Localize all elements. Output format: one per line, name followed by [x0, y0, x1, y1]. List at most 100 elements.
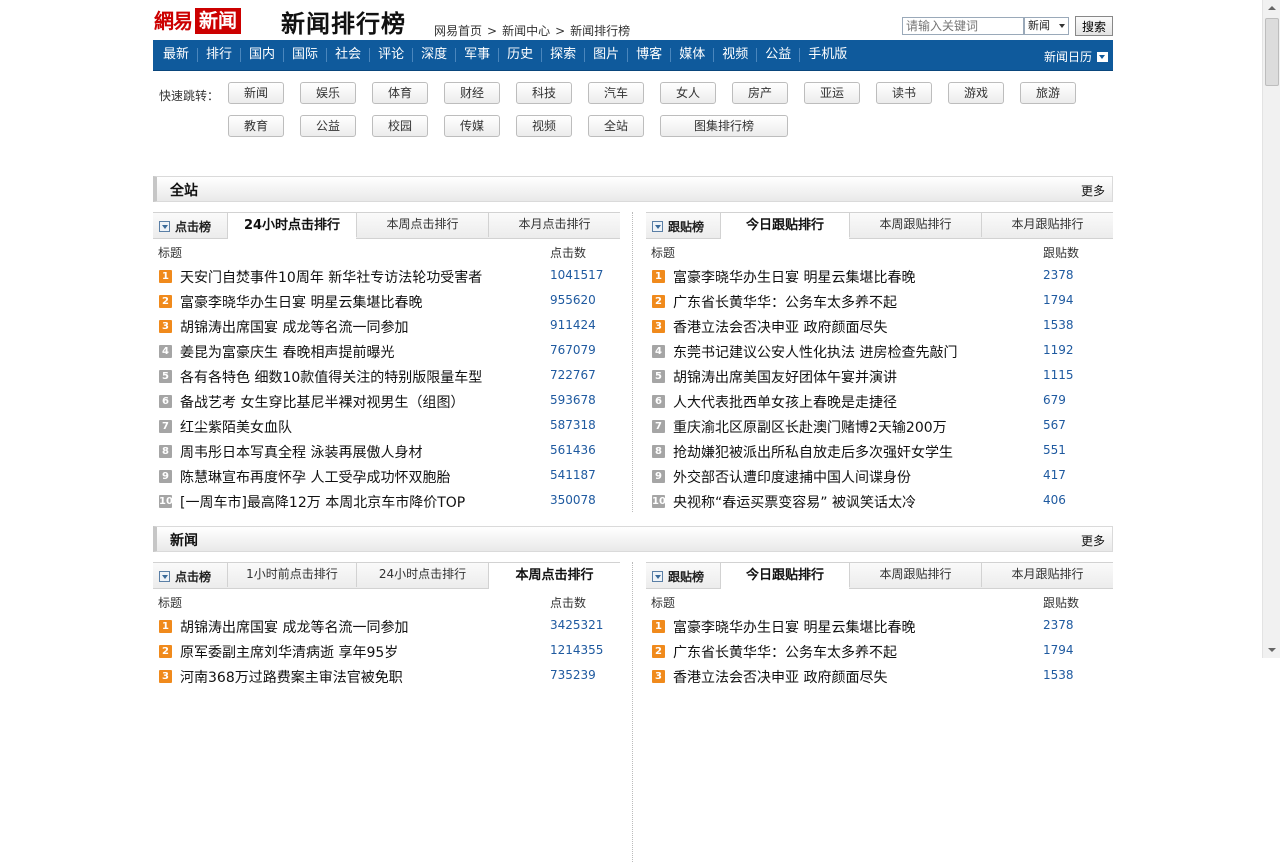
nav-item-charity[interactable]: 公益 — [756, 48, 799, 62]
article-link[interactable]: 河南368万过路费案主审法官被免职 — [180, 667, 403, 687]
table-header: 标题 点击数 — [153, 589, 620, 614]
nav-item-domestic[interactable]: 国内 — [240, 48, 283, 62]
article-link[interactable]: 胡锦涛出席美国友好团体午宴并演讲 — [673, 367, 897, 387]
article-link[interactable]: 红尘紫陌美女血队 — [180, 417, 292, 437]
nav-item-video[interactable]: 视频 — [713, 48, 756, 62]
news-calendar-toggle[interactable]: 新闻日历 — [1044, 48, 1108, 65]
article-link[interactable]: [一周车市]最高降12万 本周北京车市降价TOP — [180, 492, 465, 512]
tab-month-comments[interactable]: 本月跟贴排行 — [981, 562, 1113, 587]
search-scope-select[interactable]: 新闻 — [1024, 17, 1069, 35]
rank-badge: 1 — [652, 270, 665, 283]
quick-jump-button[interactable]: 读书 — [876, 82, 932, 104]
article-link[interactable]: 原军委副主席刘华清病逝 享年95岁 — [180, 642, 398, 662]
search-button[interactable]: 搜索 — [1075, 16, 1113, 36]
tab-24h-clicks[interactable]: 24小时点击排行 — [227, 212, 356, 239]
nav-item-rank[interactable]: 排行 — [197, 48, 240, 62]
quick-jump-button[interactable]: 体育 — [372, 82, 428, 104]
article-link[interactable]: 富豪李晓华办生日宴 明星云集堪比春晚 — [180, 292, 422, 312]
table-row: 1 富豪李晓华办生日宴 明星云集堪比春晚 2378 — [646, 614, 1113, 639]
vertical-scrollbar[interactable] — [1262, 0, 1280, 658]
article-link[interactable]: 人大代表批西单女孩上春晚是走捷径 — [673, 392, 897, 412]
nav-item-explore[interactable]: 探索 — [541, 48, 584, 62]
nav-item-international[interactable]: 国际 — [283, 48, 326, 62]
tab-week-clicks[interactable]: 本周点击排行 — [356, 212, 488, 237]
nav-item-media[interactable]: 媒体 — [670, 48, 713, 62]
quick-jump-button[interactable]: 科技 — [516, 82, 572, 104]
quick-jump-button[interactable]: 财经 — [444, 82, 500, 104]
scroll-up-arrow-icon[interactable] — [1263, 0, 1280, 17]
search-input[interactable] — [902, 17, 1024, 35]
nav-item-society[interactable]: 社会 — [326, 48, 369, 62]
article-link[interactable]: 胡锦涛出席国宴 成龙等名流一同参加 — [180, 617, 408, 637]
tab-month-clicks[interactable]: 本月点击排行 — [488, 212, 620, 237]
quick-jump-button[interactable]: 传媒 — [444, 115, 500, 137]
quick-jump-button[interactable]: 新闻 — [228, 82, 284, 104]
nav-item-depth[interactable]: 深度 — [412, 48, 455, 62]
article-link[interactable]: 央视称“春运买票变容易” 被讽笑话太冷 — [673, 492, 916, 512]
scrollbar-thumb[interactable] — [1265, 18, 1279, 86]
quick-jump-button[interactable]: 女人 — [660, 82, 716, 104]
quick-jump: 快速跳转： 新闻 娱乐 体育 财经 科技 汽车 女人 房产 亚运 读书 游戏 旅… — [153, 71, 1113, 176]
tab-1h-clicks[interactable]: 1小时前点击排行 — [227, 562, 356, 587]
quick-jump-button[interactable]: 校园 — [372, 115, 428, 137]
tab-week-comments[interactable]: 本周跟贴排行 — [849, 562, 981, 587]
quick-jump-button[interactable]: 公益 — [300, 115, 356, 137]
article-link[interactable]: 姜昆为富豪庆生 春晚相声提前曝光 — [180, 342, 394, 362]
article-link[interactable]: 香港立法会否决申亚 政府颜面尽失 — [673, 317, 887, 337]
quick-jump-button[interactable]: 娱乐 — [300, 82, 356, 104]
quick-jump-button[interactable]: 旅游 — [1020, 82, 1076, 104]
tab-month-comments[interactable]: 本月跟贴排行 — [981, 212, 1113, 237]
article-link[interactable]: 周韦彤日本写真全程 泳装再展傲人身材 — [180, 442, 422, 462]
click-count: 955620 — [550, 293, 596, 307]
tab-week-comments[interactable]: 本周跟贴排行 — [849, 212, 981, 237]
nav-item-review[interactable]: 评论 — [369, 48, 412, 62]
breadcrumb-news-center[interactable]: 新闻中心 — [502, 24, 550, 38]
article-link[interactable]: 广东省长黄华华：公务车太多养不起 — [673, 292, 897, 312]
nav-item-mobile[interactable]: 手机版 — [799, 48, 855, 62]
nav-item-military[interactable]: 军事 — [455, 48, 498, 62]
scroll-down-arrow-icon[interactable] — [1263, 641, 1280, 658]
more-link[interactable]: 更多 — [1081, 532, 1105, 549]
netease-news-logo[interactable]: 網易 新闻 — [154, 8, 242, 34]
tab-24h-clicks[interactable]: 24小时点击排行 — [356, 562, 488, 587]
article-link[interactable]: 富豪李晓华办生日宴 明星云集堪比春晚 — [673, 617, 915, 637]
nav-item-history[interactable]: 历史 — [498, 48, 541, 62]
more-link[interactable]: 更多 — [1081, 182, 1105, 199]
breadcrumb-home[interactable]: 网易首页 — [434, 24, 482, 38]
tab-today-comments[interactable]: 今日跟贴排行 — [720, 562, 849, 589]
article-link[interactable]: 胡锦涛出席国宴 成龙等名流一同参加 — [180, 317, 408, 337]
nav-item-blog[interactable]: 博客 — [627, 48, 670, 62]
quick-jump-button[interactable]: 视频 — [516, 115, 572, 137]
article-link[interactable]: 广东省长黄华华：公务车太多养不起 — [673, 642, 897, 662]
article-link[interactable]: 抢劫嫌犯被派出所私自放走后多次强奸女学生 — [673, 442, 953, 462]
article-link[interactable]: 重庆渝北区原副区长赴澳门赌博2天输200万 — [673, 417, 947, 437]
comment-count: 567 — [1043, 418, 1066, 432]
article-link[interactable]: 各有各特色 细数10款值得关注的特别版限量车型 — [180, 367, 482, 387]
article-link[interactable]: 外交部否认遭印度逮捕中国人间谍身份 — [673, 467, 911, 487]
click-count: 561436 — [550, 443, 596, 457]
table-header: 标题 跟贴数 — [646, 589, 1113, 614]
article-link[interactable]: 东莞书记建议公安人性化执法 进房检查先敲门 — [673, 342, 957, 362]
comment-ranking: 跟贴榜 今日跟贴排行 本周跟贴排行 本月跟贴排行 标题 跟贴数 1 富豪李晓华办生… — [632, 562, 1113, 862]
quick-jump-button[interactable]: 汽车 — [588, 82, 644, 104]
article-link[interactable]: 天安门自焚事件10周年 新华社专访法轮功受害者 — [180, 267, 482, 287]
quick-jump-button[interactable]: 房产 — [732, 82, 788, 104]
tab-today-comments[interactable]: 今日跟贴排行 — [720, 212, 849, 239]
article-link[interactable]: 陈慧琳宣布再度怀孕 人工受孕成功怀双胞胎 — [180, 467, 450, 487]
quick-jump-button[interactable]: 图集排行榜 — [660, 115, 788, 137]
comment-count: 679 — [1043, 393, 1066, 407]
section-header: 全站 更多 — [153, 176, 1113, 202]
ranking-label-group: 跟贴榜 — [652, 568, 704, 585]
quick-jump-button[interactable]: 亚运 — [804, 82, 860, 104]
nav-item-pictures[interactable]: 图片 — [584, 48, 627, 62]
article-link[interactable]: 备战艺考 女生穿比基尼半裸对视男生（组图） — [180, 392, 464, 412]
article-link[interactable]: 富豪李晓华办生日宴 明星云集堪比春晚 — [673, 267, 915, 287]
quick-jump-button[interactable]: 全站 — [588, 115, 644, 137]
search-scope-value: 新闻 — [1028, 19, 1050, 32]
quick-jump-button[interactable]: 教育 — [228, 115, 284, 137]
article-link[interactable]: 香港立法会否决申亚 政府颜面尽失 — [673, 667, 887, 687]
table-row: 4 姜昆为富豪庆生 春晚相声提前曝光 767079 — [153, 339, 620, 364]
nav-item-latest[interactable]: 最新 — [153, 48, 197, 62]
tab-week-clicks[interactable]: 本周点击排行 — [488, 562, 620, 589]
quick-jump-button[interactable]: 游戏 — [948, 82, 1004, 104]
